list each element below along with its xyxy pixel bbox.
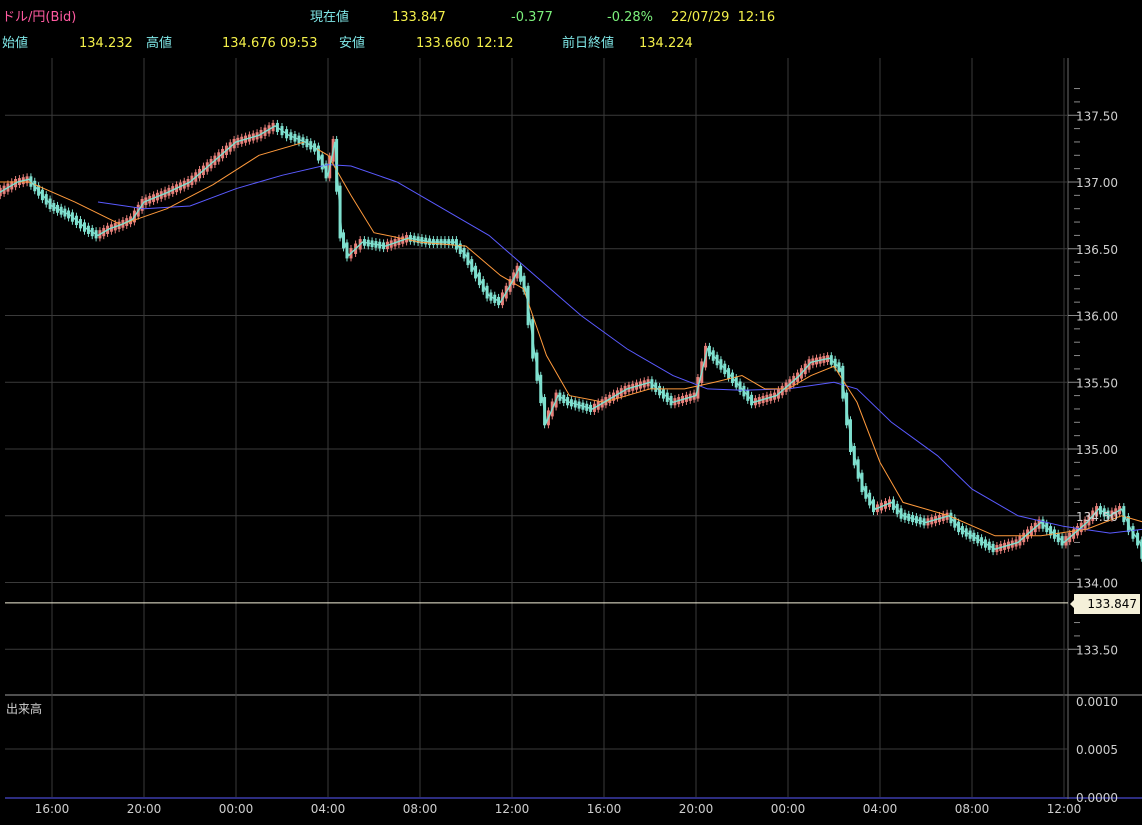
y-tick-label: 137.50 xyxy=(1076,109,1118,123)
x-tick-label: 08:00 xyxy=(403,802,438,816)
y-tick-label: 136.00 xyxy=(1076,310,1118,324)
x-tick-label: 00:00 xyxy=(219,802,254,816)
ma-long-line xyxy=(97,164,1142,534)
price-chart[interactable]: 133.50 134.00 134.50 135.00 135.50 136.00 136.… xyxy=(0,0,1142,825)
x-tick-label: 16:00 xyxy=(587,802,622,816)
y-tick-label: 133.50 xyxy=(1076,643,1118,657)
y-tick-label: 135.50 xyxy=(1076,376,1118,390)
x-tick-label: 12:00 xyxy=(495,802,530,816)
x-tick-label: 08:00 xyxy=(955,802,990,816)
x-tick-label: 16:00 xyxy=(35,802,70,816)
x-tick-label: 00:00 xyxy=(771,802,806,816)
volume-panel-title: 出来高 xyxy=(6,702,43,716)
x-tick-label: 20:00 xyxy=(127,802,162,816)
y-tick-label: 134.50 xyxy=(1076,510,1118,524)
y-tick-label: 137.00 xyxy=(1076,176,1118,190)
x-tick-label: 04:00 xyxy=(863,802,898,816)
y-tick-label: 134.00 xyxy=(1076,577,1118,591)
volume-tick-label: 0.0010 xyxy=(1076,695,1118,709)
ma-short-line xyxy=(0,141,1142,537)
x-tick-label: 20:00 xyxy=(679,802,714,816)
y-tick-label: 135.00 xyxy=(1076,443,1118,457)
y-tick-label: 136.50 xyxy=(1076,243,1118,257)
current-price-tag: 133.847 xyxy=(1074,594,1140,614)
x-tick-label: 04:00 xyxy=(311,802,346,816)
axis-labels: 133.50 134.00 134.50 135.00 135.50 136.00 136.… xyxy=(35,109,1118,816)
x-tick-label: 12:00 xyxy=(1047,802,1082,816)
volume-tick-label: 0.0000 xyxy=(1076,791,1118,805)
chart-grid xyxy=(5,58,1142,799)
volume-tick-label: 0.0005 xyxy=(1076,743,1118,757)
